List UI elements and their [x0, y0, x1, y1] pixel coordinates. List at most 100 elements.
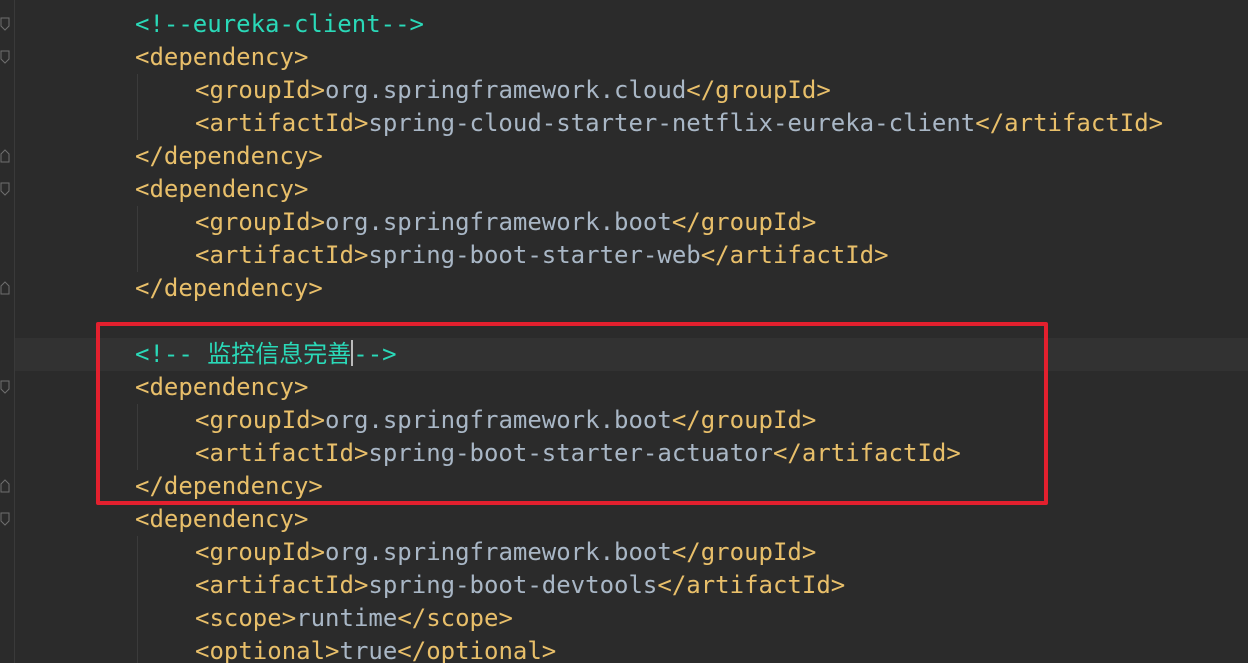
xml-open-tag: <dependency>	[135, 43, 309, 71]
xml-close-tag: </groupId>	[686, 76, 831, 104]
code-line[interactable]: <artifactId>spring-boot-starter-web</art…	[15, 239, 1248, 272]
code-content: <groupId>org.springframework.boot</group…	[195, 206, 816, 239]
code-content: <!-- 监控信息完善-->	[135, 338, 397, 371]
code-content: <dependency>	[135, 503, 308, 536]
xml-close-tag: </scope>	[397, 604, 513, 632]
code-content: <artifactId>spring-boot-devtools</artifa…	[195, 569, 845, 602]
xml-open-tag: <scope>	[195, 604, 297, 632]
code-line[interactable]: <artifactId>spring-boot-devtools</artifa…	[15, 569, 1248, 602]
code-content: <optional>true</optional>	[195, 635, 556, 663]
xml-text-value: spring-boot-devtools	[368, 571, 658, 599]
fold-marker-icon[interactable]	[0, 182, 10, 196]
xml-open-tag: <artifactId>	[195, 571, 369, 599]
xml-open-tag: <dependency>	[135, 505, 309, 533]
code-content: <groupId>org.springframework.cloud</grou…	[195, 74, 831, 107]
indent-guide	[137, 107, 138, 140]
xml-close-tag: </optional>	[397, 637, 557, 663]
xml-open-tag: <artifactId>	[195, 439, 369, 467]
indent-guide	[137, 536, 138, 569]
indent-guide	[137, 206, 138, 239]
code-area[interactable]: <!--eureka-client--> <dependency> <groupId…	[15, 0, 1248, 663]
xml-open-tag: <groupId>	[195, 538, 326, 566]
xml-close-tag: </groupId>	[671, 406, 817, 434]
xml-comment: <!-- 监控信息完善	[135, 340, 352, 368]
code-line[interactable]: <artifactId>spring-boot-starter-actuator…	[15, 437, 1248, 470]
code-content: <groupId>org.springframework.boot</group…	[195, 536, 816, 569]
indent-guide	[137, 437, 138, 470]
code-content: </dependency>	[135, 470, 323, 503]
code-line[interactable]: <artifactId>spring-cloud-starter-netflix…	[15, 107, 1248, 140]
fold-marker-icon[interactable]	[0, 512, 10, 526]
code-line[interactable]: <optional>true</optional>	[15, 635, 1248, 663]
xml-text-value: org.springframework.boot	[325, 406, 672, 434]
code-content: </dependency>	[135, 272, 323, 305]
xml-text-value: spring-boot-starter-actuator	[368, 439, 773, 467]
code-line[interactable]: <dependency>	[15, 173, 1248, 206]
indent-guide	[137, 569, 138, 602]
code-content: <artifactId>spring-cloud-starter-netflix…	[195, 107, 1163, 140]
xml-open-tag: <groupId>	[195, 406, 326, 434]
xml-close-tag: </artifactId>	[975, 109, 1164, 137]
xml-close-tag: </artifactId>	[700, 241, 889, 269]
code-line[interactable]: <dependency>	[15, 371, 1248, 404]
code-line[interactable]: <groupId>org.springframework.cloud</grou…	[15, 74, 1248, 107]
xml-open-tag: <optional>	[195, 637, 340, 663]
xml-text-value: true	[339, 637, 398, 663]
code-line[interactable]: <!--eureka-client-->	[15, 8, 1248, 41]
code-content: <!--eureka-client-->	[135, 8, 424, 41]
xml-close-tag: </groupId>	[671, 208, 817, 236]
xml-open-tag: <groupId>	[195, 76, 326, 104]
code-content: <dependency>	[135, 173, 308, 206]
xml-close-tag: </dependency>	[135, 274, 323, 302]
code-line[interactable]: <dependency>	[15, 41, 1248, 74]
code-line[interactable]: <scope>runtime</scope>	[15, 602, 1248, 635]
code-line[interactable]: </dependency>	[15, 272, 1248, 305]
code-line[interactable]: <dependency>	[15, 503, 1248, 536]
xml-open-tag: <artifactId>	[195, 241, 369, 269]
code-line[interactable]	[15, 305, 1248, 338]
xml-close-tag: </artifactId>	[657, 571, 846, 599]
xml-text-value: org.springframework.cloud	[325, 76, 687, 104]
fold-marker-icon[interactable]	[0, 380, 10, 394]
xml-comment-end: -->	[353, 340, 397, 368]
indent-guide	[137, 404, 138, 437]
xml-comment: <!--eureka-client-->	[135, 10, 424, 38]
code-content: <scope>runtime</scope>	[195, 602, 513, 635]
xml-text-value: runtime	[296, 604, 398, 632]
xml-text-value: spring-cloud-starter-netflix-eureka-clie…	[368, 109, 976, 137]
code-line[interactable]: </dependency>	[15, 470, 1248, 503]
xml-close-tag: </dependency>	[135, 142, 323, 170]
xml-open-tag: <groupId>	[195, 208, 326, 236]
code-line[interactable]: <groupId>org.springframework.boot</group…	[15, 404, 1248, 437]
code-content: <dependency>	[135, 41, 308, 74]
xml-text-value: org.springframework.boot	[325, 538, 672, 566]
indent-guide	[137, 239, 138, 272]
xml-close-tag: </artifactId>	[772, 439, 961, 467]
xml-open-tag: <artifactId>	[195, 109, 369, 137]
indent-guide	[137, 74, 138, 107]
code-content: <groupId>org.springframework.boot</group…	[195, 404, 816, 437]
xml-close-tag: </dependency>	[135, 472, 323, 500]
xml-text-value: org.springframework.boot	[325, 208, 672, 236]
code-content: </dependency>	[135, 140, 323, 173]
fold-marker-icon[interactable]	[0, 281, 10, 295]
code-line[interactable]: </dependency>	[15, 140, 1248, 173]
code-content: <artifactId>spring-boot-starter-actuator…	[195, 437, 961, 470]
fold-marker-icon[interactable]	[0, 50, 10, 64]
indent-guide	[137, 602, 138, 635]
code-content: <dependency>	[135, 371, 308, 404]
indent-guide	[137, 635, 138, 663]
xml-open-tag: <dependency>	[135, 373, 309, 401]
code-editor[interactable]: <!--eureka-client--> <dependency> <groupId…	[0, 0, 1248, 663]
editor-gutter[interactable]	[0, 0, 15, 663]
xml-close-tag: </groupId>	[671, 538, 817, 566]
code-line[interactable]: <groupId>org.springframework.boot</group…	[15, 536, 1248, 569]
fold-marker-icon[interactable]	[0, 479, 10, 493]
fold-marker-icon[interactable]	[0, 149, 10, 163]
xml-open-tag: <dependency>	[135, 175, 309, 203]
code-line-current[interactable]: <!-- 监控信息完善-->	[15, 338, 1248, 371]
code-content: <artifactId>spring-boot-starter-web</art…	[195, 239, 889, 272]
code-line[interactable]: <groupId>org.springframework.boot</group…	[15, 206, 1248, 239]
fold-marker-icon[interactable]	[0, 17, 10, 31]
xml-text-value: spring-boot-starter-web	[368, 241, 701, 269]
